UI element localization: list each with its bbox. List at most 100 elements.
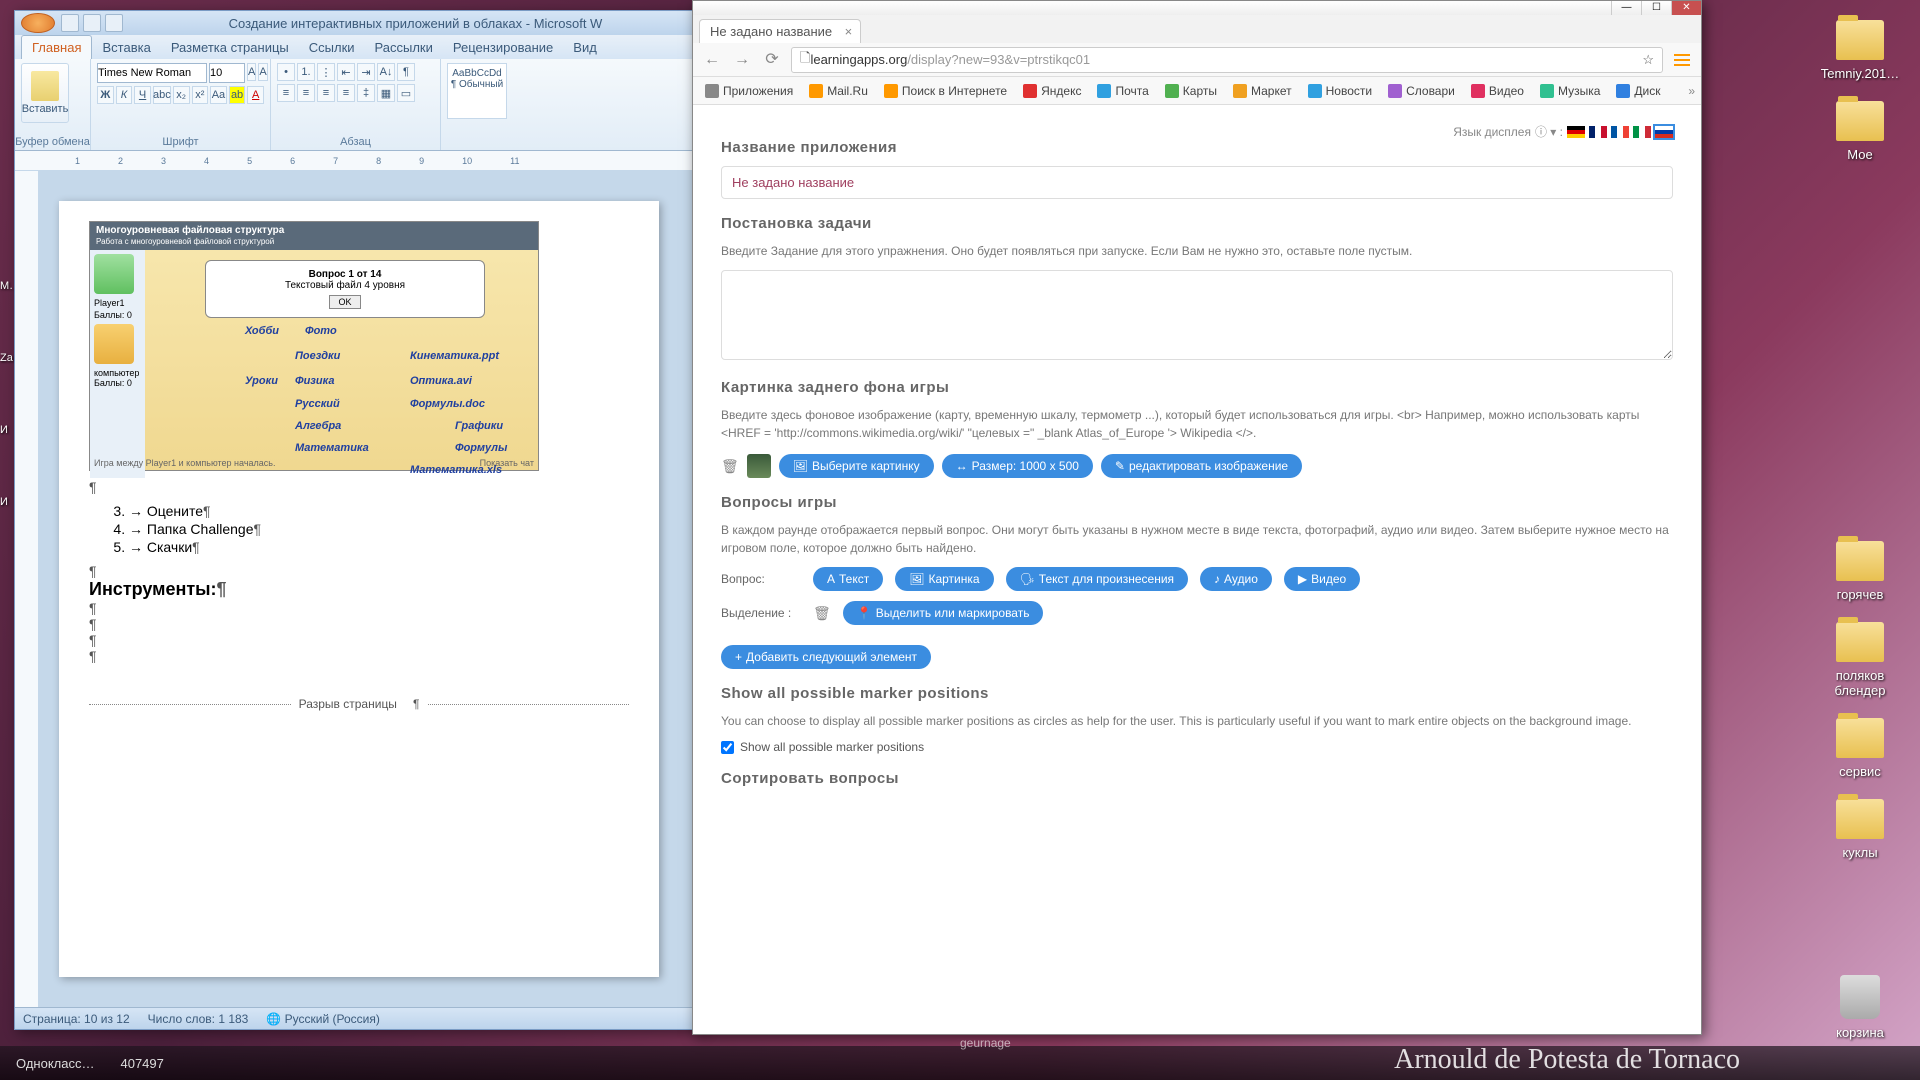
borders-button[interactable]: ▭	[397, 84, 415, 102]
recycle-bin[interactable]: корзина	[1810, 975, 1910, 1040]
markers-checkbox[interactable]	[721, 741, 734, 754]
chrome-menu-button[interactable]	[1671, 49, 1693, 71]
bold-button[interactable]: Ж	[97, 86, 114, 104]
bookmark-item[interactable]: Музыка	[1534, 81, 1606, 101]
forward-button[interactable]: →	[731, 49, 753, 71]
font-color-button[interactable]: A	[247, 86, 264, 104]
show-marks-button[interactable]: ¶	[397, 63, 415, 81]
highlight-button[interactable]: 📍 Выделить или маркировать	[843, 601, 1044, 625]
ribbon-tab-references[interactable]: Ссылки	[299, 36, 365, 59]
minimize-button[interactable]: —	[1611, 1, 1641, 15]
flag-en-icon[interactable]	[1589, 126, 1607, 138]
delete-highlight-button[interactable]: 🗑	[813, 605, 831, 622]
ribbon-tab-view[interactable]: Вид	[563, 36, 607, 59]
back-button[interactable]: ←	[701, 49, 723, 71]
word-titlebar: Создание интерактивных приложений в обла…	[15, 11, 702, 35]
language-selector[interactable]: Язык дисплея ⓘ ▾ :	[1453, 123, 1673, 140]
document-page[interactable]: Многоуровневая файловая структураРабота …	[59, 201, 659, 977]
ribbon-tab-review[interactable]: Рецензирование	[443, 36, 563, 59]
desktop-icon[interactable]: сервис	[1810, 718, 1910, 779]
tab-close-icon[interactable]: ×	[845, 24, 853, 39]
image-size-button[interactable]: ↔ Размер: 1000 x 500	[942, 454, 1093, 478]
flag-fr-icon[interactable]	[1611, 126, 1629, 138]
subscript-button[interactable]: x₂	[173, 86, 190, 104]
bookmark-item[interactable]: Диск	[1610, 81, 1666, 101]
taskbar-item[interactable]: 407497	[112, 1052, 171, 1075]
justify-button[interactable]: ≡	[337, 84, 355, 102]
task-textarea[interactable]	[721, 270, 1673, 360]
question-video-button[interactable]: ▶ Видео	[1284, 567, 1360, 591]
edit-image-button[interactable]: ✎ редактировать изображение	[1101, 454, 1302, 478]
bookmark-apps[interactable]: Приложения	[699, 81, 799, 101]
style-normal[interactable]: AaBbCcDd¶ Обычный	[447, 63, 507, 119]
vertical-ruler[interactable]	[15, 171, 39, 1007]
shrink-font-button[interactable]: A	[258, 63, 267, 81]
image-thumbnail[interactable]	[747, 454, 771, 478]
question-audio-button[interactable]: ♪ Аудио	[1200, 567, 1272, 591]
italic-button[interactable]: К	[116, 86, 133, 104]
ribbon-tab-layout[interactable]: Разметка страницы	[161, 36, 299, 59]
bookmark-item[interactable]: Маркет	[1227, 81, 1298, 101]
superscript-button[interactable]: x²	[192, 86, 209, 104]
ribbon-tab-mailings[interactable]: Рассылки	[365, 36, 443, 59]
flag-ru-icon[interactable]	[1655, 126, 1673, 138]
choose-image-button[interactable]: 🖼 Выберите картинку	[779, 454, 934, 478]
delete-image-button[interactable]: 🗑	[721, 458, 739, 475]
word-count[interactable]: Число слов: 1 183	[148, 1012, 249, 1026]
page-indicator[interactable]: Страница: 10 из 12	[23, 1012, 130, 1026]
browser-tab[interactable]: Не задано название×	[699, 19, 861, 43]
align-right-button[interactable]: ≡	[317, 84, 335, 102]
bookmark-item[interactable]: Mail.Ru	[803, 81, 874, 101]
sort-button[interactable]: A↓	[377, 63, 395, 81]
maximize-button[interactable]: ☐	[1641, 1, 1671, 15]
markers-checkbox-row[interactable]: Show all possible marker positions	[721, 740, 1673, 754]
highlight-button[interactable]: ab	[229, 86, 246, 104]
align-left-button[interactable]: ≡	[277, 84, 295, 102]
bookmark-item[interactable]: Поиск в Интернете	[878, 81, 1013, 101]
align-center-button[interactable]: ≡	[297, 84, 315, 102]
question-image-button[interactable]: 🖼 Картинка	[895, 567, 993, 591]
bookmark-item[interactable]: Почта	[1091, 81, 1154, 101]
shading-button[interactable]: ▦	[377, 84, 395, 102]
flag-de-icon[interactable]	[1567, 126, 1585, 138]
flag-it-icon[interactable]	[1633, 126, 1651, 138]
doc-heading: Инструменты:	[89, 579, 629, 600]
font-name-select[interactable]	[97, 63, 207, 83]
desktop-icon[interactable]: поляков блендер	[1810, 622, 1910, 698]
question-text-button[interactable]: A Текст	[813, 567, 883, 591]
ribbon-tab-home[interactable]: Главная	[21, 35, 92, 59]
taskbar-item[interactable]: Однокласс…	[8, 1052, 102, 1075]
quick-access-toolbar[interactable]	[61, 14, 123, 32]
horizontal-ruler[interactable]: 1234567891011	[15, 151, 702, 171]
desktop-icon[interactable]: Temniy.201…	[1810, 20, 1910, 81]
underline-button[interactable]: Ч	[134, 86, 151, 104]
desktop-icon[interactable]: горячев	[1810, 541, 1910, 602]
font-size-select[interactable]	[209, 63, 245, 83]
strike-button[interactable]: abc	[153, 86, 171, 104]
app-title-input[interactable]	[721, 166, 1673, 199]
grow-font-button[interactable]: A	[247, 63, 256, 81]
paste-button[interactable]: Вставить	[21, 63, 69, 123]
increase-indent-button[interactable]: ⇥	[357, 63, 375, 81]
ribbon-tab-insert[interactable]: Вставка	[92, 36, 160, 59]
bullets-button[interactable]: •	[277, 63, 295, 81]
text-effects-button[interactable]: Aa	[210, 86, 227, 104]
bookmark-item[interactable]: Новости	[1302, 81, 1378, 101]
bookmark-item[interactable]: Видео	[1465, 81, 1530, 101]
office-button[interactable]	[21, 13, 55, 33]
bookmark-item[interactable]: Яндекс	[1017, 81, 1087, 101]
multilevel-button[interactable]: ⋮	[317, 63, 335, 81]
bookmark-item[interactable]: Карты	[1159, 81, 1223, 101]
decrease-indent-button[interactable]: ⇤	[337, 63, 355, 81]
add-element-button[interactable]: + Добавить следующий элемент	[721, 645, 931, 669]
desktop-icon[interactable]: Мое	[1810, 101, 1910, 162]
bookmark-item[interactable]: Словари	[1382, 81, 1461, 101]
reload-button[interactable]: ⟳	[761, 49, 783, 71]
desktop-icon[interactable]: куклы	[1810, 799, 1910, 860]
language-indicator[interactable]: 🌐 Русский (Россия)	[266, 1012, 379, 1026]
question-tts-button[interactable]: 🗣 Текст для произнесения	[1006, 567, 1188, 591]
close-button[interactable]: ✕	[1671, 1, 1701, 15]
numbering-button[interactable]: 1.	[297, 63, 315, 81]
url-input[interactable]: 🗋 learningapps.org/display?new=93&v=ptrs…	[791, 47, 1663, 73]
line-spacing-button[interactable]: ‡	[357, 84, 375, 102]
